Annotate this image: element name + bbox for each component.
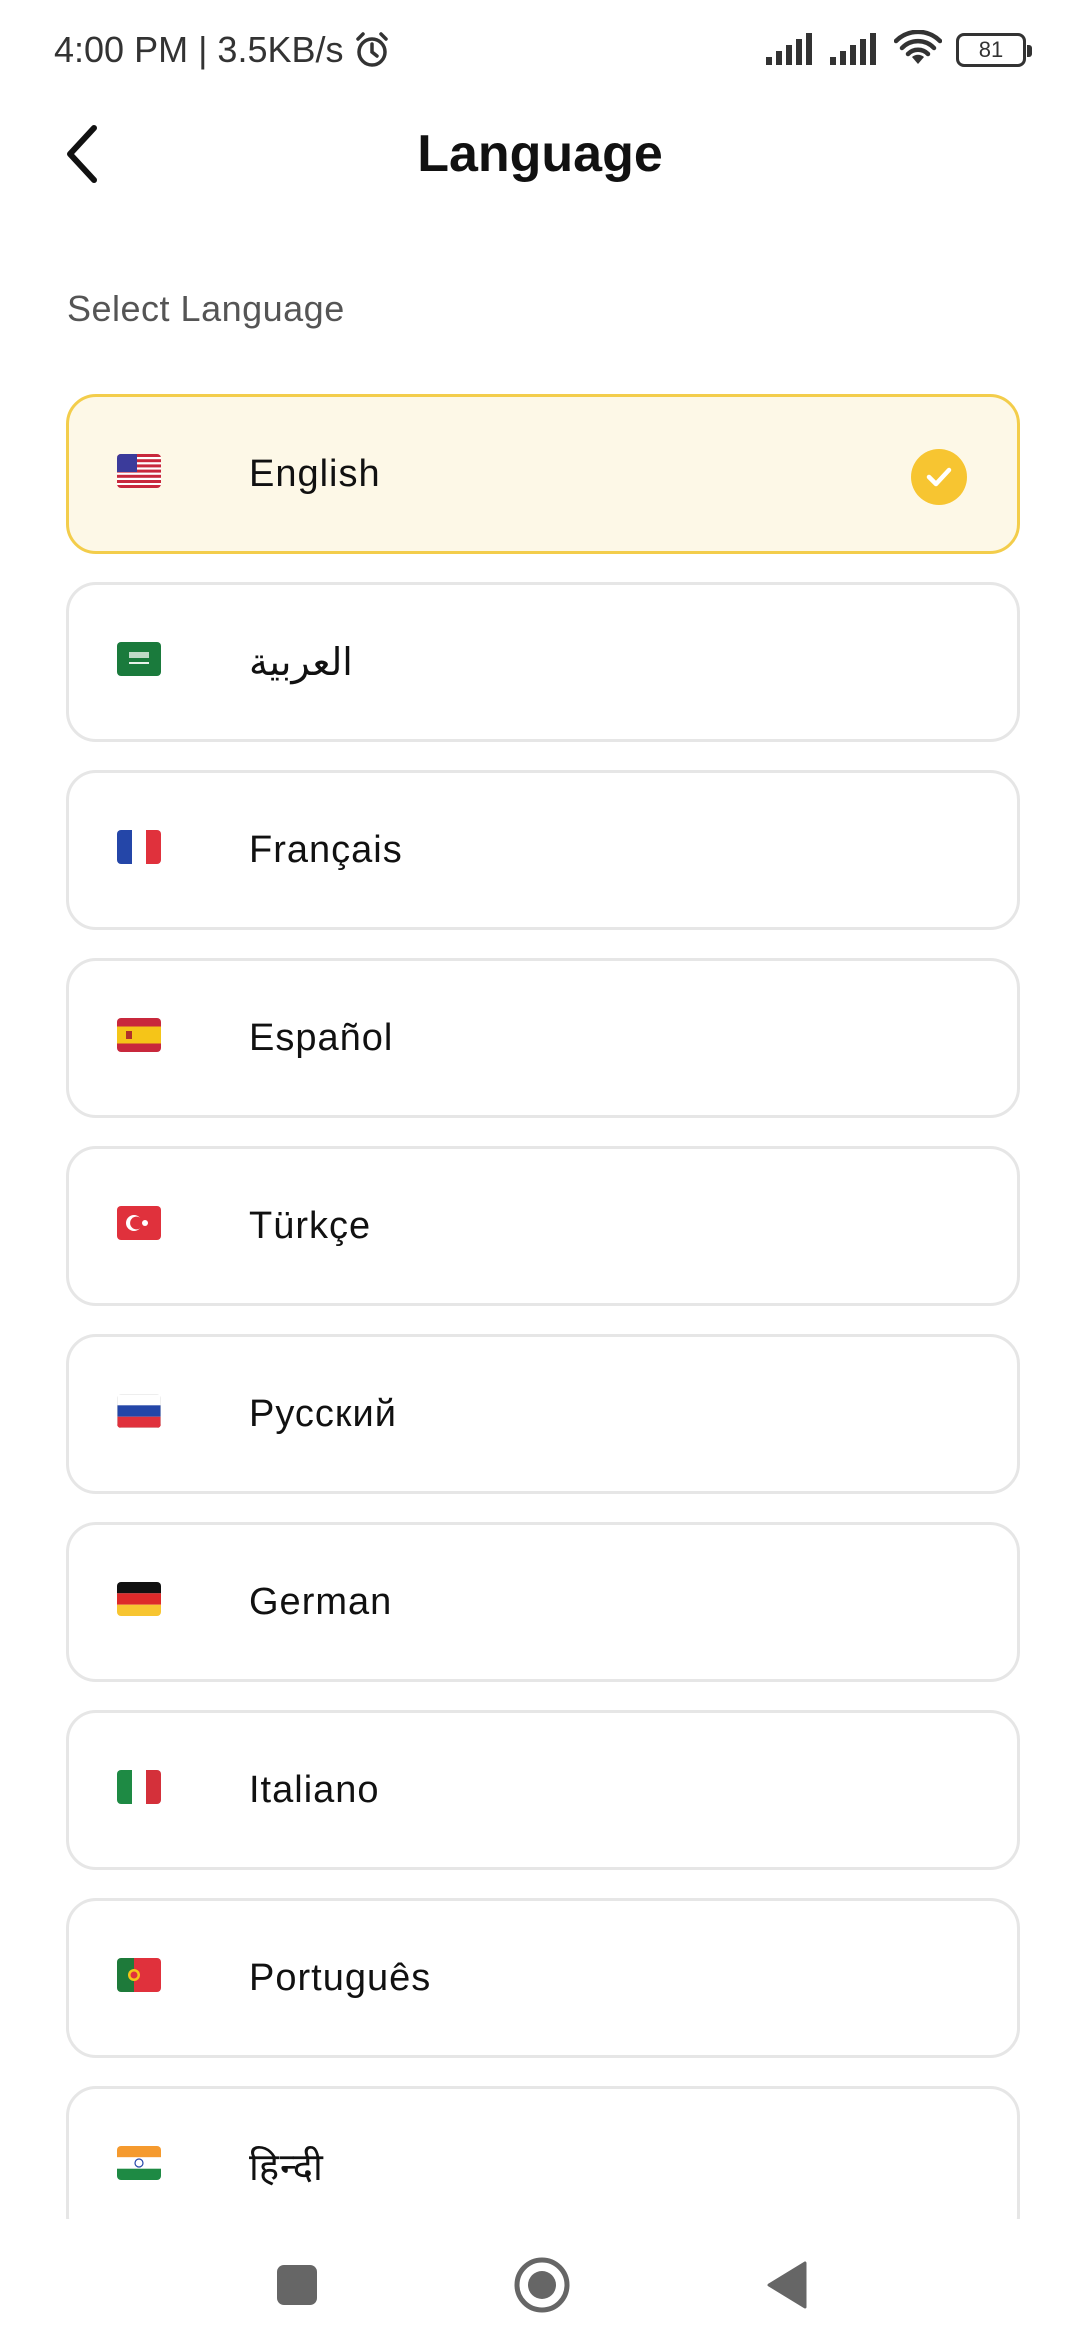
language-label: Türkçe: [249, 1204, 372, 1247]
language-label: Русский: [249, 1392, 397, 1435]
language-label: Português: [249, 1956, 432, 1999]
page-title: Language: [417, 125, 663, 183]
home-button[interactable]: [507, 2250, 577, 2320]
battery-icon: 81: [956, 33, 1032, 67]
alarm-icon: [352, 30, 392, 70]
header: Language: [0, 100, 1080, 210]
language-label: Français: [249, 828, 403, 871]
battery-level: 81: [978, 37, 1004, 62]
signal-icon-2: [830, 31, 880, 70]
saudi-flag-icon: [117, 642, 161, 676]
check-icon: [911, 449, 967, 505]
language-item-french[interactable]: Français: [66, 770, 1020, 930]
square-icon: [277, 2265, 317, 2305]
wifi-icon: [893, 29, 943, 71]
language-label: Español: [249, 1016, 394, 1059]
italy-flag-icon: [117, 1770, 161, 1804]
status-bar: 4:00 PM | 3.5KB/s 81: [0, 0, 1080, 100]
turkey-flag-icon: [117, 1206, 161, 1240]
home-circle-icon: [514, 2257, 570, 2313]
signal-icon: [766, 31, 816, 70]
russia-flag-icon: [117, 1394, 161, 1428]
language-item-spanish[interactable]: Español: [66, 958, 1020, 1118]
status-right: 81: [766, 28, 1032, 72]
language-label: Italiano: [249, 1768, 380, 1811]
language-item-turkish[interactable]: Türkçe: [66, 1146, 1020, 1306]
back-nav-button[interactable]: [752, 2250, 822, 2320]
status-left: 4:00 PM | 3.5KB/s: [54, 24, 392, 76]
language-item-hindi[interactable]: हिन्दी: [66, 2086, 1020, 2219]
language-label: English: [249, 452, 381, 495]
language-label: العربية: [249, 641, 353, 684]
language-label: हिन्दी: [249, 2147, 324, 2189]
portugal-flag-icon: [117, 1958, 161, 1992]
recent-apps-button[interactable]: [262, 2250, 332, 2320]
triangle-back-icon: [767, 2261, 807, 2309]
section-label: Select Language: [67, 288, 345, 329]
language-item-german[interactable]: German: [66, 1522, 1020, 1682]
language-label: German: [249, 1580, 393, 1623]
language-list: English العربية Français Español Türkçe …: [66, 394, 1020, 2219]
language-item-arabic[interactable]: العربية: [66, 582, 1020, 742]
spain-flag-icon: [117, 1018, 161, 1052]
navigation-bar: [0, 2220, 1080, 2340]
language-item-portuguese[interactable]: Português: [66, 1898, 1020, 2058]
us-flag-icon: [117, 454, 161, 488]
language-item-italian[interactable]: Italiano: [66, 1710, 1020, 1870]
status-time-speed: 4:00 PM | 3.5KB/s: [54, 29, 344, 70]
france-flag-icon: [117, 830, 161, 864]
india-flag-icon: [117, 2146, 161, 2180]
germany-flag-icon: [117, 1582, 161, 1616]
language-item-english[interactable]: English: [66, 394, 1020, 554]
language-item-russian[interactable]: Русский: [66, 1334, 1020, 1494]
